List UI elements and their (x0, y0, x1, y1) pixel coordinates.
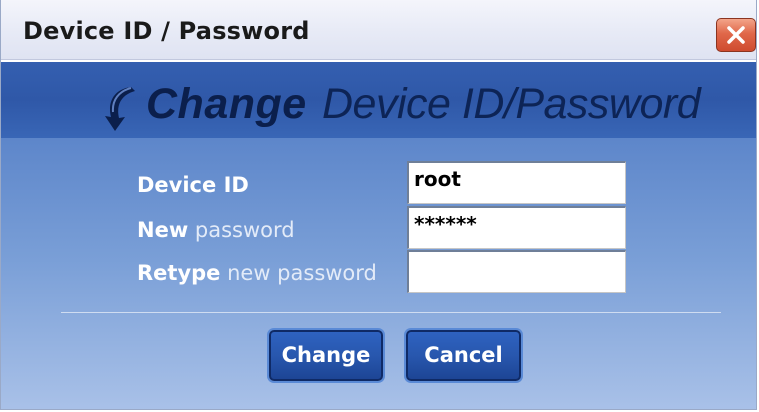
header-title-bold: Change (146, 80, 307, 128)
cancel-button[interactable]: Cancel (406, 330, 521, 381)
new-password-label-rest: password (188, 218, 295, 242)
retype-password-label-rest: new password (220, 261, 377, 285)
close-icon (727, 26, 745, 44)
device-id-field[interactable]: root (407, 161, 626, 204)
retype-password-label-bold: Retype (137, 261, 221, 285)
new-password-label-bold: New (137, 218, 189, 242)
device-id-label: Device ID (137, 173, 249, 197)
new-password-field[interactable]: ****** (407, 206, 626, 249)
title-bar: Device ID / Password (1, 0, 756, 60)
retype-password-field[interactable] (407, 250, 626, 293)
retype-password-label: Retype new password (137, 261, 377, 285)
header-title: Device ID/Password (322, 80, 701, 128)
device-id-label-bold: Device ID (137, 173, 249, 197)
window-title: Device ID / Password (23, 17, 310, 45)
new-password-label: New password (137, 218, 295, 242)
refresh-arrow-icon (105, 87, 135, 131)
close-button[interactable] (716, 18, 756, 52)
divider (61, 312, 721, 313)
change-button[interactable]: Change (269, 330, 383, 381)
change-device-id-dialog: Device ID / Password Change Device ID/Pa… (0, 0, 757, 410)
